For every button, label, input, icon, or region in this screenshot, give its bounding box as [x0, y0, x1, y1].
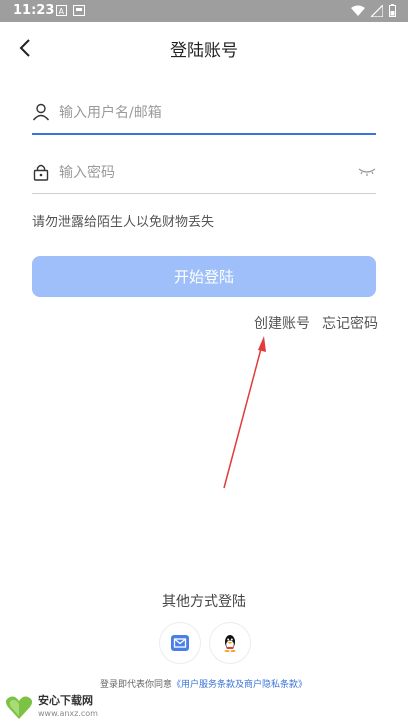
- wifi-icon: [351, 5, 365, 16]
- forgot-password-link[interactable]: 忘记密码: [322, 313, 378, 333]
- page-title: 登陆账号: [170, 41, 238, 61]
- svg-text:A: A: [59, 7, 65, 16]
- battery-icon: [389, 4, 396, 17]
- watermark-brand: 安心下载网: [38, 694, 93, 707]
- qq-icon: [224, 635, 236, 652]
- terms-link[interactable]: 《用户服务条款及商户隐私条款》: [172, 680, 307, 690]
- password-field: [32, 153, 376, 194]
- security-warning: 请勿泄露给陌生人以免财物丢失: [32, 215, 215, 230]
- username-input[interactable]: [59, 101, 339, 125]
- system-icons: [351, 4, 396, 17]
- password-input[interactable]: [59, 161, 339, 185]
- watermark: 安心下载网 www.anxz.com: [4, 690, 124, 724]
- login-button[interactable]: 开始登陆: [32, 256, 376, 297]
- signal-icon: [371, 4, 383, 17]
- user-icon: [32, 103, 50, 121]
- terms-notice: 登录即代表你同意《用户服务条款及商户隐私条款》: [100, 677, 307, 690]
- lock-icon: [33, 164, 49, 181]
- qq-login-button[interactable]: [209, 622, 251, 664]
- notification-screen-icon: [73, 5, 85, 16]
- watermark-url: www.anxz.com: [38, 709, 98, 718]
- other-login-title: 其他方式登陆: [162, 594, 246, 610]
- eye-closed-icon[interactable]: [358, 164, 376, 178]
- mail-icon: [171, 635, 189, 651]
- create-account-link[interactable]: 创建账号: [254, 313, 310, 333]
- username-field: [32, 93, 376, 135]
- app-bar: 登陆账号: [0, 22, 408, 76]
- status-bar: 11:23 A: [0, 0, 408, 22]
- terms-prefix: 登录即代表你同意: [100, 680, 173, 690]
- notification-a-icon: A: [56, 5, 67, 16]
- notification-icons: A: [56, 5, 85, 16]
- heart-logo-icon: [5, 696, 33, 719]
- mail-login-button[interactable]: [159, 622, 201, 664]
- status-time: 11:23: [13, 3, 55, 18]
